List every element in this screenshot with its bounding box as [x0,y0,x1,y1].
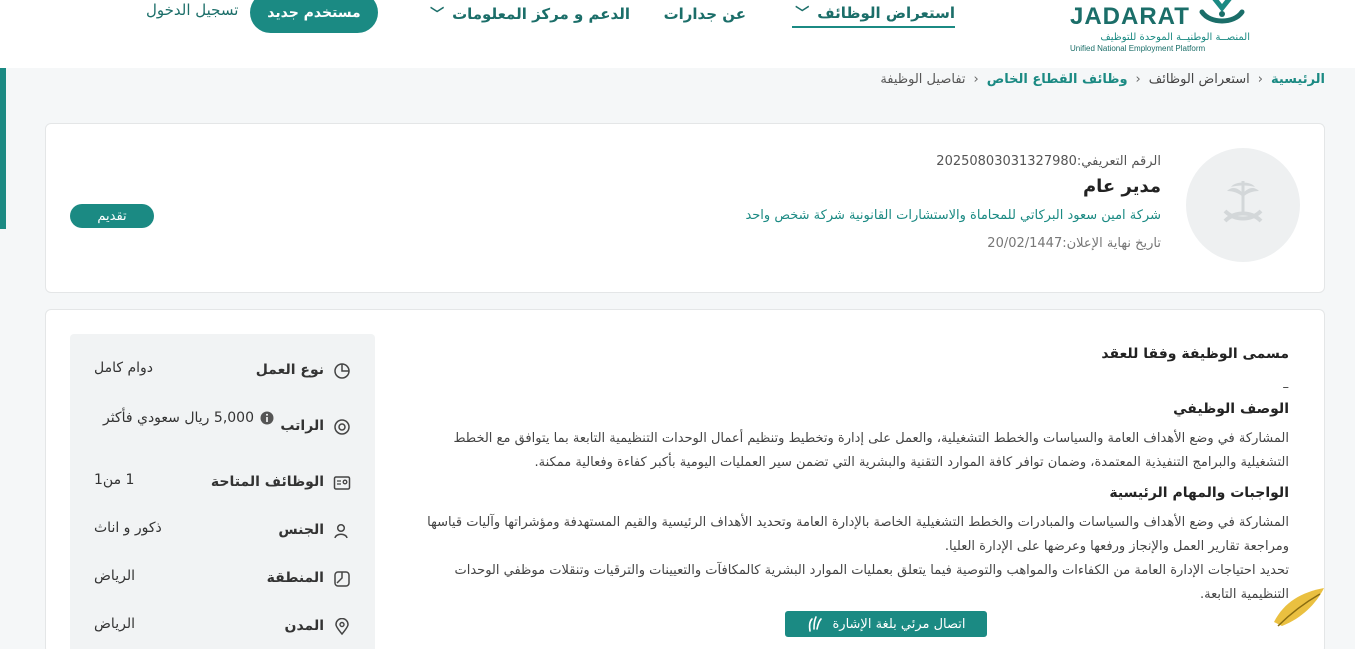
sign-language-button[interactable]: اتصال مرئي بلغة الإشارة [785,611,987,637]
new-user-button[interactable]: مستخدم جديد [250,0,378,33]
logo-mark-icon [1199,0,1245,24]
apply-button[interactable]: تقديم [70,204,154,228]
attr-value: الرياض [94,616,135,632]
chevron-down-icon: ﹀ [795,6,810,22]
duty-item: تحديد احتياجات الإدارة العامة من الكفاءا… [454,563,1290,602]
job-details-card: نوع العمل دوام كامل الراتب 5,000 ريال سع… [45,309,1325,649]
logo-english-caption: Unified National Employment Platform [1070,44,1206,53]
location-pin-icon [335,618,349,636]
map-icon [334,571,350,587]
breadcrumb-separator-icon: ‹ [1135,72,1141,87]
breadcrumb-separator-icon: ‹ [1257,72,1263,87]
company-link[interactable]: شركة امين سعود البركاتي للمحاماة والاستش… [745,208,1161,223]
duties-heading: الواجبات والمهام الرئيسية [1109,485,1289,501]
id-card-icon [333,476,351,490]
hand-icon [809,616,823,632]
attr-value: 5,000 ريال سعودي فأكثر [102,410,254,426]
header: JADARAT المنصــة الوطنيــة الموحدة للتوظ… [0,0,1355,68]
jadarat-logo[interactable]: JADARAT المنصــة الوطنيــة الموحدة للتوظ… [1068,0,1258,56]
job-description: مسمى الوظيفة وفقا للعقد – الوصف الوظيفي … [409,346,1289,607]
money-icon [334,419,350,435]
chevron-down-icon: ﹀ [430,7,445,23]
nav-support-label: الدعم و مركز المعلومات [452,5,630,23]
contract-title-value: – [1282,380,1290,395]
nav-browse-jobs[interactable]: استعراض الوظائف ﹀ [792,0,955,28]
attr-gender: الجنس ذكور و اناث [70,520,375,560]
job-title: مدير عام [1082,176,1161,197]
attr-available-jobs: الوظائف المتاحة 1 من1 [70,472,375,512]
attr-value: 1 من1 [94,472,135,488]
description-heading: الوصف الوظيفي [1173,401,1289,417]
job-summary-card: الرقم التعريفي:20250803031327980 مدير عا… [45,123,1325,293]
nav-support[interactable]: الدعم و مركز المعلومات ﹀ [430,0,630,28]
nav-browse-jobs-label: استعراض الوظائف [817,4,955,22]
login-link[interactable]: تسجيل الدخول [146,1,238,19]
attr-salary: الراتب 5,000 ريال سعودي فأكثر [70,408,375,464]
company-avatar [1186,148,1300,262]
breadcrumb-browse[interactable]: استعراض الوظائف [1149,72,1250,87]
job-attributes-panel: نوع العمل دوام كامل الراتب 5,000 ريال سع… [70,334,375,649]
logo-text: JADARAT [1070,3,1190,30]
sign-language-label: اتصال مرئي بلغة الإشارة [832,616,966,632]
attr-value: ذكور و اناث [94,520,162,536]
attr-region: المنطقة الرياض [70,568,375,608]
attr-cities: المدن الرياض [70,616,375,649]
attr-label: الراتب [280,418,324,434]
emblem-icon [1223,181,1263,223]
attr-label: نوع العمل [255,362,324,378]
attr-value: دوام كامل [94,360,154,376]
breadcrumb-separator-icon: ‹ [973,72,979,87]
attr-label: الجنس [278,522,324,538]
logo-arabic-caption: المنصــة الوطنيــة الموحدة للتوظيف [1100,32,1250,43]
pie-chart-icon [334,363,350,379]
breadcrumb-private-sector[interactable]: وظائف القطاع الخاص [987,72,1128,87]
duty-item: المشاركة في وضع الأهداف والسياسات والمبا… [427,515,1289,554]
attr-label: المدن [284,618,324,634]
watermark-logo-icon [1274,588,1324,627]
job-reference: الرقم التعريفي:20250803031327980 [936,154,1161,169]
nav-about-label: عن جدارات [663,5,746,23]
nav-about[interactable]: عن جدارات [664,0,746,28]
attr-value: الرياض [94,568,135,584]
attr-label: المنطقة [266,570,324,586]
person-icon [334,523,348,539]
attr-work-type: نوع العمل دوام كامل [70,360,375,400]
info-icon[interactable] [260,411,274,425]
breadcrumb-home[interactable]: الرئيسية [1271,72,1325,87]
description-text: المشاركة في وضع الأهداف العامة والسياسات… [453,431,1289,470]
attr-label: الوظائف المتاحة [210,474,324,490]
deadline-date: تاريخ نهاية الإعلان:20/02/1447 [987,236,1161,251]
breadcrumb-current: تفاصيل الوظيفة [880,72,966,87]
contract-title-heading: مسمى الوظيفة وفقا للعقد [1101,346,1289,362]
breadcrumb: الرئيسية ‹ استعراض الوظائف ‹ وظائف القطا… [880,72,1325,87]
